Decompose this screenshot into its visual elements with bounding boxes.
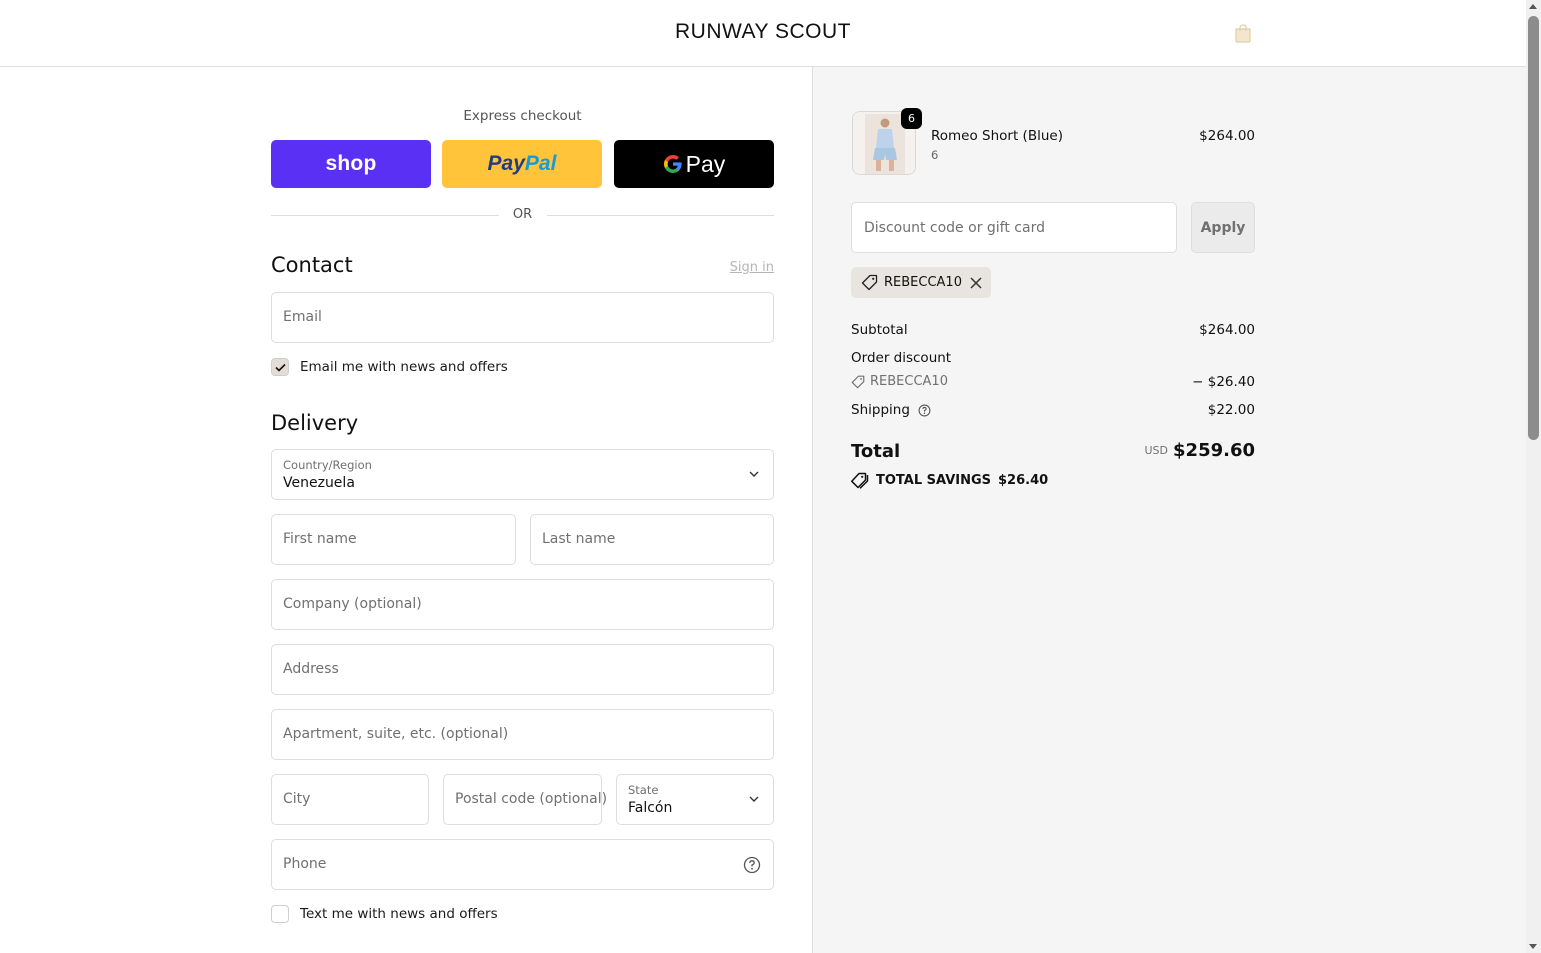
total-label: Total: [851, 441, 901, 462]
address-placeholder: Address: [283, 661, 339, 677]
help-circle-icon[interactable]: [743, 856, 761, 874]
country-label: Country/Region: [283, 458, 372, 472]
email-placeholder: Email: [283, 309, 322, 325]
checkmark-icon: [274, 363, 286, 372]
checkout-form-column: Express checkout shop Pay Pal Pay OR Cont…: [0, 67, 812, 953]
chevron-down-icon: [749, 471, 759, 477]
contact-heading: Contact: [271, 253, 353, 277]
savings-value: $26.40: [998, 473, 1049, 488]
savings-tag-icon: [851, 472, 869, 489]
subtotal-row: Subtotal $264.00: [851, 322, 1255, 338]
express-checkout-label: Express checkout: [463, 108, 582, 124]
google-pay-button[interactable]: Pay: [614, 140, 774, 188]
sms-news-label: Text me with news and offers: [300, 906, 498, 922]
sms-news-checkbox-box[interactable]: [271, 905, 289, 923]
currency-code: USD: [1144, 444, 1169, 457]
discount-placeholder: Discount code or gift card: [864, 220, 1045, 236]
scrollbar-thumb[interactable]: [1528, 16, 1539, 440]
address-field[interactable]: Address: [271, 644, 774, 695]
order-discount-code-label: REBECCA10: [870, 374, 948, 389]
paypal-logo-pay: Pay: [487, 152, 525, 175]
sign-in-link[interactable]: Sign in: [700, 260, 774, 275]
scroll-up-arrow-icon[interactable]: [1529, 4, 1537, 9]
postal-code-field[interactable]: Postal code (optional): [443, 774, 607, 825]
applied-discount-tag: REBECCA10: [851, 267, 991, 298]
delivery-heading: Delivery: [271, 411, 359, 435]
help-circle-icon[interactable]: [918, 404, 931, 417]
apartment-placeholder: Apartment, suite, etc. (optional): [283, 726, 509, 742]
shipping-row: Shipping $22.00: [851, 402, 1255, 418]
order-summary: 6 Romeo Short (Blue) 6 $264.00 Discount …: [812, 67, 1526, 953]
shopping-bag-icon[interactable]: [1232, 22, 1254, 44]
email-news-checkbox[interactable]: Email me with news and offers: [271, 358, 508, 376]
company-field[interactable]: Company (optional): [271, 579, 774, 630]
paypal-button[interactable]: Pay Pal: [442, 140, 602, 188]
apply-discount-button[interactable]: Apply: [1191, 202, 1255, 253]
tag-icon: [861, 274, 878, 291]
total-savings: TOTAL SAVINGS $26.40: [851, 472, 1048, 489]
discount-code-input[interactable]: Discount code or gift card: [851, 202, 1177, 253]
checkout-header: RUNWAY SCOUT: [0, 0, 1526, 67]
savings-label: TOTAL SAVINGS: [876, 473, 992, 488]
first-name-field[interactable]: First name: [271, 514, 516, 565]
scroll-down-arrow-icon[interactable]: [1529, 944, 1537, 949]
apartment-field[interactable]: Apartment, suite, etc. (optional): [271, 709, 774, 760]
email-news-label: Email me with news and offers: [300, 359, 508, 375]
brand-logo[interactable]: RUNWAY SCOUT: [0, 20, 1526, 44]
email-field[interactable]: Email: [271, 292, 774, 343]
subtotal-value: $264.00: [1199, 322, 1255, 338]
or-label: OR: [512, 207, 533, 222]
postal-code-placeholder: Postal code (optional): [455, 791, 608, 807]
order-discount-row: Order discount: [851, 350, 1255, 366]
phone-placeholder: Phone: [283, 856, 327, 872]
paypal-logo-pal: Pal: [524, 152, 557, 175]
state-label: State: [628, 783, 659, 797]
google-g-icon: [663, 155, 682, 173]
shop-pay-logo: shop: [325, 152, 377, 175]
shipping-label: Shipping: [851, 402, 910, 418]
total-value: $259.60: [1173, 440, 1255, 461]
or-divider: OR: [271, 206, 774, 226]
city-placeholder: City: [283, 791, 311, 807]
country-value: Venezuela: [283, 475, 355, 491]
product-variant: 6: [931, 148, 939, 162]
order-discount-code: REBECCA10: [851, 374, 948, 389]
state-select[interactable]: State Falcón: [616, 774, 774, 825]
total-value-group: USD $259.60: [1053, 440, 1256, 461]
applied-code-label: REBECCA10: [884, 275, 962, 290]
order-discount-value: − $26.40: [1192, 374, 1255, 390]
country-select[interactable]: Country/Region Venezuela: [271, 449, 774, 500]
tag-icon: [851, 375, 865, 388]
close-icon: [970, 276, 982, 289]
google-pay-label: Pay: [685, 150, 726, 177]
email-news-checkbox-box[interactable]: [271, 358, 289, 376]
phone-field[interactable]: Phone: [271, 839, 774, 890]
page-scrollbar[interactable]: [1526, 0, 1541, 953]
last-name-placeholder: Last name: [542, 531, 616, 547]
subtotal-label: Subtotal: [851, 322, 908, 338]
city-field[interactable]: City: [271, 774, 429, 825]
chevron-down-icon: [749, 796, 759, 802]
shipping-value: $22.00: [1207, 402, 1255, 418]
product-price: $264.00: [1199, 128, 1255, 144]
product-name: Romeo Short (Blue): [931, 128, 1063, 144]
company-placeholder: Company (optional): [283, 596, 422, 612]
remove-discount-button[interactable]: [970, 276, 982, 289]
quantity-badge: 6: [901, 108, 922, 129]
shop-pay-button[interactable]: shop: [271, 140, 431, 188]
state-value: Falcón: [628, 800, 673, 816]
sms-news-checkbox[interactable]: Text me with news and offers: [271, 905, 498, 923]
first-name-placeholder: First name: [283, 531, 357, 547]
order-discount-label: Order discount: [851, 350, 952, 366]
last-name-field[interactable]: Last name: [530, 514, 774, 565]
